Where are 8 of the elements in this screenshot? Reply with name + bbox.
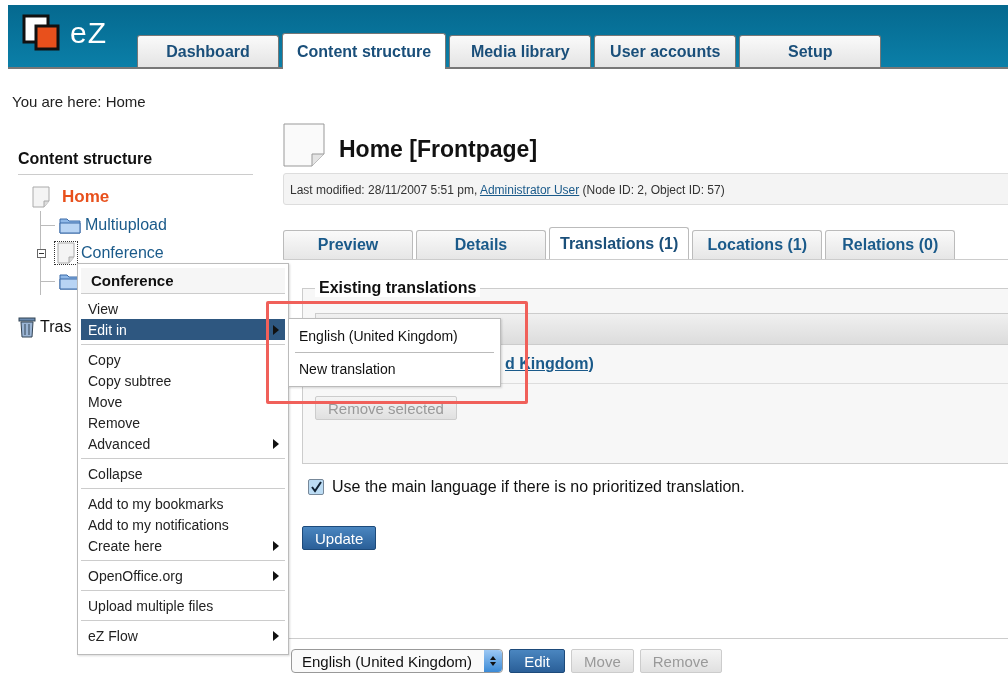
- checkbox-label: Use the main language if there is no prioritized translation.: [332, 478, 745, 496]
- fieldset-legend: Existing translations: [315, 279, 481, 297]
- breadcrumb: You are here: Home: [11, 92, 147, 110]
- last-modified-text: Last modified: 28/11/2007 5:51 pm, Administrator User (Node ID: 2, Object ID: 57): [290, 183, 725, 197]
- page-title: Home [Frontpage]: [339, 135, 538, 163]
- sidebar-title: Content structure: [18, 150, 253, 175]
- menu-title: Conference: [81, 268, 285, 294]
- logo-text: eZ: [70, 16, 107, 50]
